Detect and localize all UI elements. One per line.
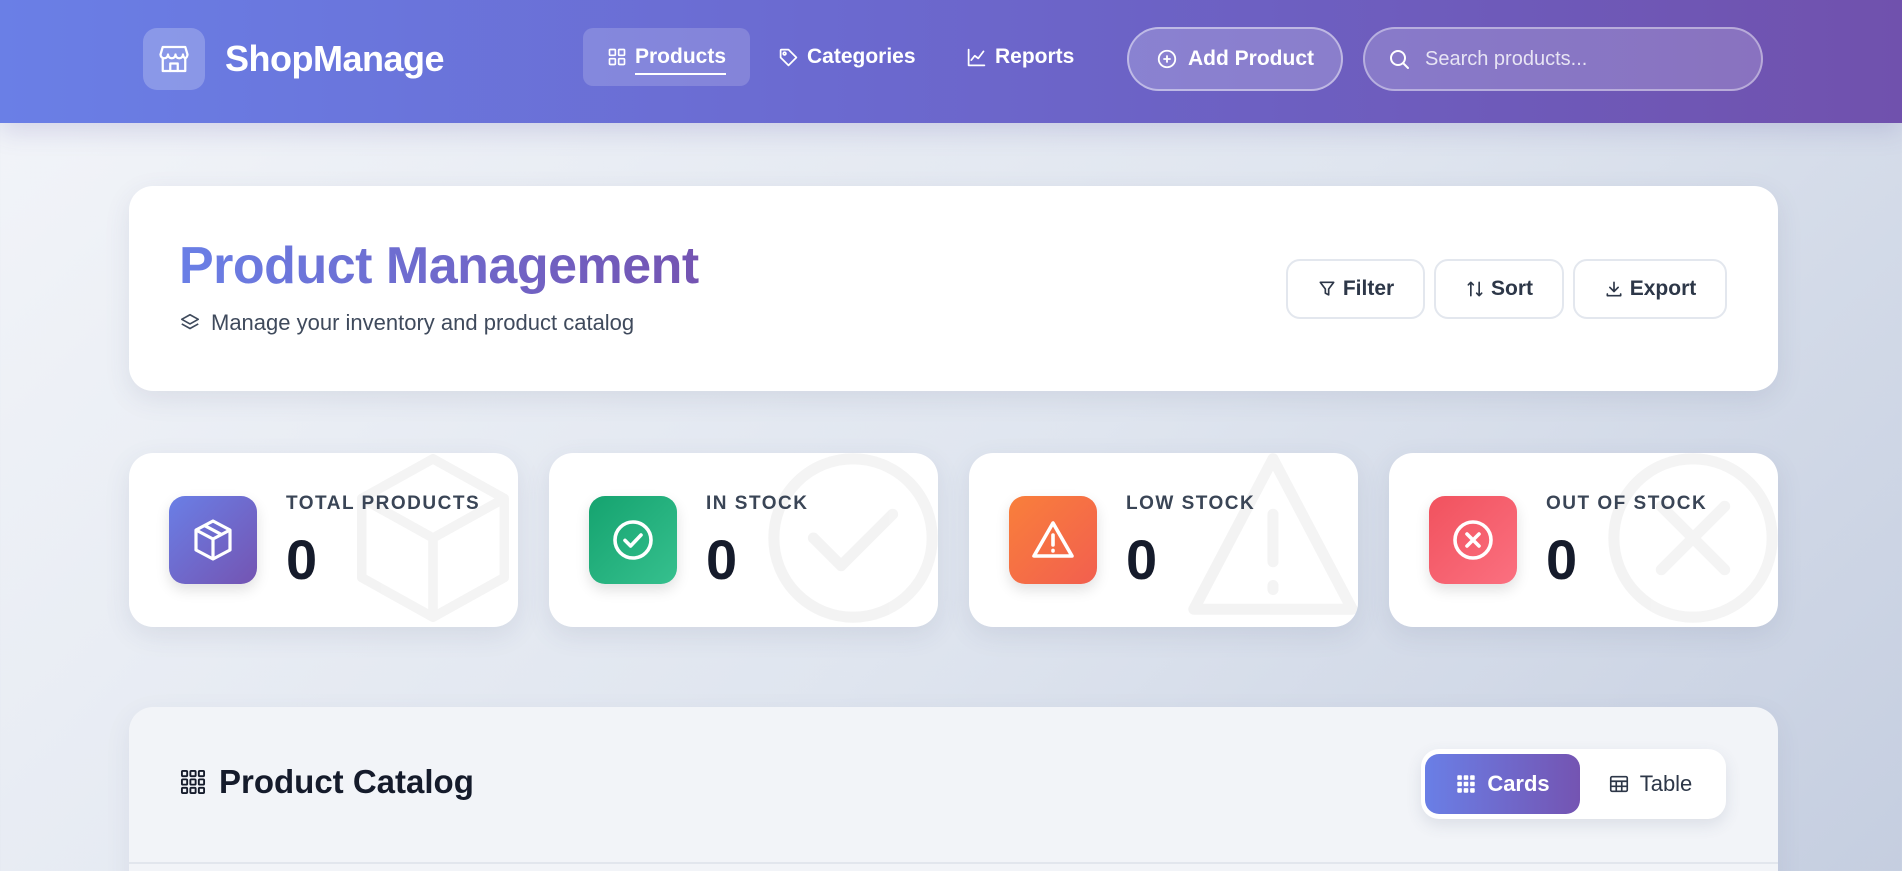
product-catalog-section: Product Catalog Cards Table	[129, 707, 1778, 871]
search-input[interactable]	[1425, 47, 1745, 71]
table-view-button[interactable]: Table	[1580, 754, 1720, 814]
page-title: Product Management	[179, 237, 699, 295]
stat-value: 0	[1126, 528, 1158, 591]
brand-name[interactable]: ShopManage	[225, 38, 445, 80]
stat-total-products: TOTAL PRODUCTS 0	[129, 453, 518, 627]
stat-out-of-stock: OUT OF STOCK 0	[1389, 453, 1778, 627]
box-icon	[194, 519, 232, 561]
logo[interactable]	[143, 28, 205, 90]
stat-icon-out-of-stock	[1429, 496, 1517, 584]
stat-label: IN STOCK	[706, 493, 809, 514]
filter-icon	[1319, 281, 1335, 296]
export-button[interactable]: Export	[1573, 259, 1727, 319]
catalog-title: Product Catalog	[179, 763, 474, 801]
nav-reports-label: Reports	[995, 45, 1075, 68]
search-bar[interactable]	[1363, 27, 1763, 91]
stat-icon-total	[169, 496, 257, 584]
check-watermark-icon	[768, 453, 938, 623]
page-subtitle: Manage your inventory and product catalo…	[179, 310, 634, 336]
warning-icon	[1032, 521, 1074, 558]
stat-label: TOTAL PRODUCTS	[286, 493, 481, 514]
nav-categories[interactable]: Categories	[754, 28, 940, 86]
grid-dots-icon	[180, 769, 206, 795]
view-toggle: Cards Table	[1421, 749, 1726, 819]
page-header-card: Product Management Manage your inventory…	[129, 186, 1778, 391]
stat-label: OUT OF STOCK	[1546, 493, 1708, 514]
download-icon	[1606, 281, 1622, 297]
chart-line-icon	[967, 48, 986, 66]
stat-in-stock: IN STOCK 0	[549, 453, 938, 627]
stat-value: 0	[706, 528, 738, 591]
grid-icon	[608, 48, 626, 66]
stat-icon-low-stock	[1009, 496, 1097, 584]
check-circle-icon	[613, 520, 653, 560]
nav-reports[interactable]: Reports	[942, 28, 1098, 86]
table-icon	[1609, 775, 1628, 793]
export-label: Export	[1629, 277, 1697, 300]
stat-value: 0	[286, 528, 318, 591]
sort-label: Sort	[1491, 277, 1533, 300]
nav-categories-label: Categories	[807, 45, 916, 68]
catalog-title-text: Product Catalog	[219, 763, 474, 800]
stat-label: LOW STOCK	[1126, 493, 1256, 514]
nav-products[interactable]: Products	[583, 28, 751, 86]
sort-button[interactable]: Sort	[1434, 259, 1564, 319]
stat-value: 0	[1546, 528, 1578, 591]
stat-icon-in-stock	[589, 496, 677, 584]
add-product-label: Add Product	[1188, 47, 1314, 70]
x-watermark-icon	[1608, 453, 1778, 623]
cards-view-label: Cards	[1487, 771, 1550, 796]
nav-products-label: Products	[635, 45, 727, 75]
store-icon	[159, 45, 189, 73]
box-watermark-icon	[357, 454, 509, 622]
plus-circle-icon	[1157, 49, 1177, 69]
stat-low-stock: LOW STOCK 0	[969, 453, 1358, 627]
tag-icon	[779, 48, 798, 66]
filter-label: Filter	[1342, 277, 1395, 300]
search-icon	[1390, 50, 1409, 69]
cards-view-button[interactable]: Cards	[1425, 754, 1580, 814]
page-subtitle-text: Manage your inventory and product catalo…	[211, 310, 635, 335]
grid-dots-icon	[1457, 775, 1476, 793]
layers-icon	[180, 313, 200, 330]
top-header: ShopManage Products Categories Reports A…	[0, 0, 1902, 123]
catalog-divider	[129, 862, 1778, 864]
sort-icon	[1467, 281, 1483, 297]
filter-button[interactable]: Filter	[1286, 259, 1425, 319]
table-view-label: Table	[1639, 771, 1693, 796]
add-product-button[interactable]: Add Product	[1127, 27, 1343, 91]
warning-watermark-icon	[1188, 453, 1358, 615]
x-circle-icon	[1453, 520, 1493, 560]
